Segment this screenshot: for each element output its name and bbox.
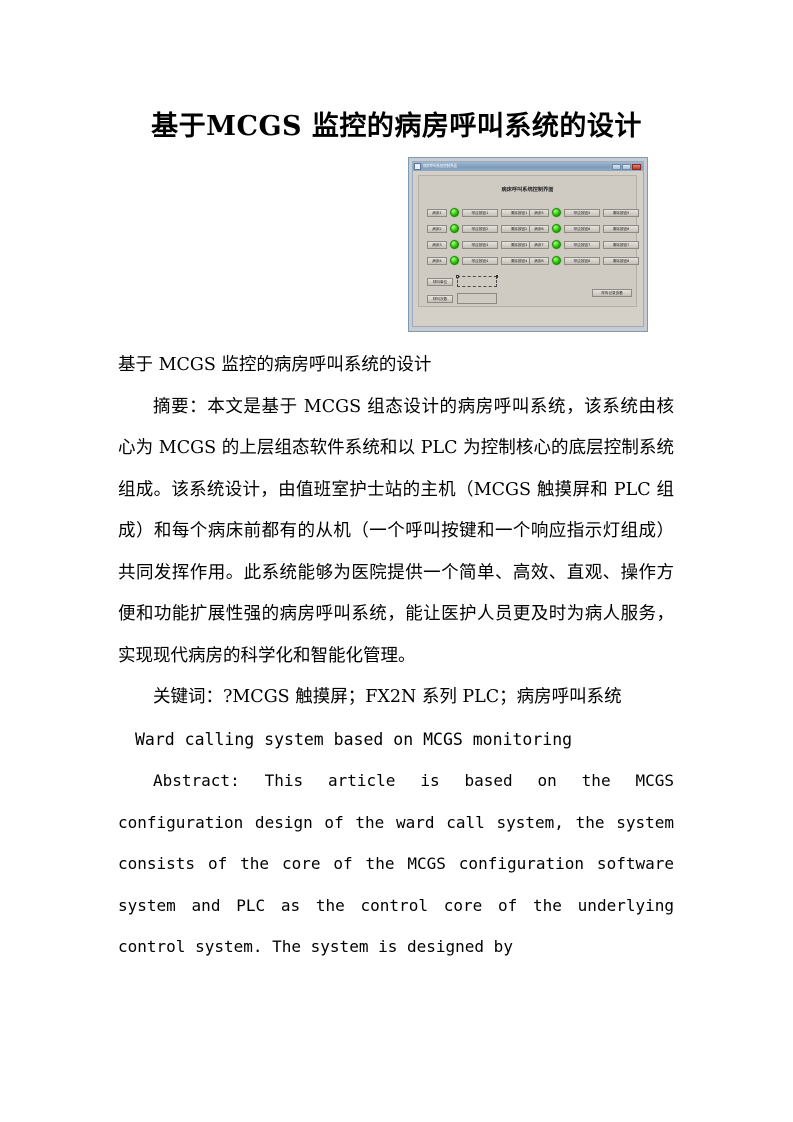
- embedded-screenshot-figure: 病房呼叫系统控制界面 病床呼叫系统控制界面 病床1 呼应按钮1 清除按钮1 病床…: [408, 157, 648, 332]
- status-led-5: [552, 208, 561, 217]
- bed-row: 病床6 呼应按钮6 清除按钮6: [529, 224, 639, 233]
- view-call-records-button[interactable]: 呼叫记录查看: [592, 289, 632, 297]
- status-led-1: [450, 208, 459, 217]
- document-page: 基于MCGS 监控的病房呼叫系统的设计 病房呼叫系统控制界面 病床呼叫系统控制界…: [0, 0, 793, 1122]
- call-unit-button[interactable]: 呼叫单位: [427, 277, 453, 286]
- window-body: 病床呼叫系统控制界面 病床1 呼应按钮1 清除按钮1 病床2 呼应按钮2 清除按…: [413, 171, 643, 326]
- panel-heading: 病床呼叫系统控制界面: [501, 187, 554, 193]
- bed-row: 病床3 呼应按钮3 清除按钮3: [427, 240, 537, 249]
- minimize-button[interactable]: [612, 163, 621, 170]
- application-window: 病房呼叫系统控制界面 病床呼叫系统控制界面 病床1 呼应按钮1 清除按钮1 病床…: [412, 161, 644, 327]
- bed-row: 病床1 呼应按钮1 清除按钮1: [427, 208, 537, 217]
- call-button-2[interactable]: 呼应按钮2: [462, 224, 498, 233]
- bed-label-7[interactable]: 病床7: [529, 240, 549, 249]
- application-icon: [414, 163, 421, 170]
- bed-label-8[interactable]: 病床8: [529, 256, 549, 265]
- call-count-button[interactable]: 呼叫次数: [427, 294, 453, 303]
- call-button-4[interactable]: 呼应按钮4: [462, 256, 498, 265]
- corner-action: 呼叫记录查看: [592, 284, 632, 302]
- status-led-7: [552, 240, 561, 249]
- status-led-3: [450, 240, 459, 249]
- abstract-en: Abstract: This article is based on the M…: [118, 771, 674, 956]
- abstract-cn: 摘要：本文是基于 MCGS 组态设计的病房呼叫系统，该系统由核心为 MCGS 的…: [118, 396, 674, 666]
- bed-label-2[interactable]: 病床2: [427, 224, 447, 233]
- status-led-6: [552, 224, 561, 233]
- call-button-5[interactable]: 呼应按钮5: [564, 208, 600, 217]
- call-button-8[interactable]: 呼应按钮8: [564, 256, 600, 265]
- clear-button-6[interactable]: 清除按钮6: [603, 224, 639, 233]
- call-button-1[interactable]: 呼应按钮1: [462, 208, 498, 217]
- window-title-text: 病房呼叫系统控制界面: [423, 163, 457, 169]
- title-en: Ward calling system based on MCGS monito…: [135, 729, 573, 749]
- status-led-8: [552, 256, 561, 265]
- bed-row: 病床5 呼应按钮5 清除按钮5: [529, 208, 639, 217]
- bed-label-3[interactable]: 病床3: [427, 240, 447, 249]
- control-row: 呼叫单位: [427, 275, 498, 287]
- clear-button-5[interactable]: 清除按钮5: [603, 208, 639, 217]
- window-controls: [612, 163, 641, 170]
- bed-label-4[interactable]: 病床4: [427, 256, 447, 265]
- keywords-cn: 关键词：?MCGS 触摸屏；FX2N 系列 PLC；病房呼叫系统: [153, 687, 622, 707]
- subtitle-line: 基于 MCGS 监控的病房呼叫系统的设计: [118, 355, 432, 375]
- clear-button-7[interactable]: 清除按钮7: [603, 240, 639, 249]
- status-led-2: [450, 224, 459, 233]
- call-unit-field[interactable]: [456, 275, 498, 287]
- call-button-6[interactable]: 呼应按钮6: [564, 224, 600, 233]
- bed-label-6[interactable]: 病床6: [529, 224, 549, 233]
- clear-button-8[interactable]: 清除按钮8: [603, 256, 639, 265]
- control-row: 呼叫次数: [427, 293, 497, 304]
- bed-row: 病床8 呼应按钮8 清除按钮8: [529, 256, 639, 265]
- close-button[interactable]: [632, 163, 641, 170]
- call-button-7[interactable]: 呼应按钮7: [564, 240, 600, 249]
- page-title: 基于MCGS 监控的病房呼叫系统的设计: [151, 111, 642, 143]
- bed-row: 病床2 呼应按钮2 清除按钮2: [427, 224, 537, 233]
- bed-label-1[interactable]: 病床1: [427, 208, 447, 217]
- bed-row: 病床7 呼应按钮7 清除按钮7: [529, 240, 639, 249]
- bed-row: 病床4 呼应按钮4 清除按钮4: [427, 256, 537, 265]
- window-title-bar: 病房呼叫系统控制界面: [413, 162, 643, 171]
- call-count-field[interactable]: [457, 293, 497, 304]
- call-button-3[interactable]: 呼应按钮3: [462, 240, 498, 249]
- maximize-button[interactable]: [622, 163, 631, 170]
- status-led-4: [450, 256, 459, 265]
- control-panel: 病床呼叫系统控制界面 病床1 呼应按钮1 清除按钮1 病床2 呼应按钮2 清除按…: [418, 175, 639, 307]
- document-body: 基于 MCGS 监控的病房呼叫系统的设计 摘要：本文是基于 MCGS 组态设计的…: [118, 345, 674, 968]
- bed-label-5[interactable]: 病床5: [529, 208, 549, 217]
